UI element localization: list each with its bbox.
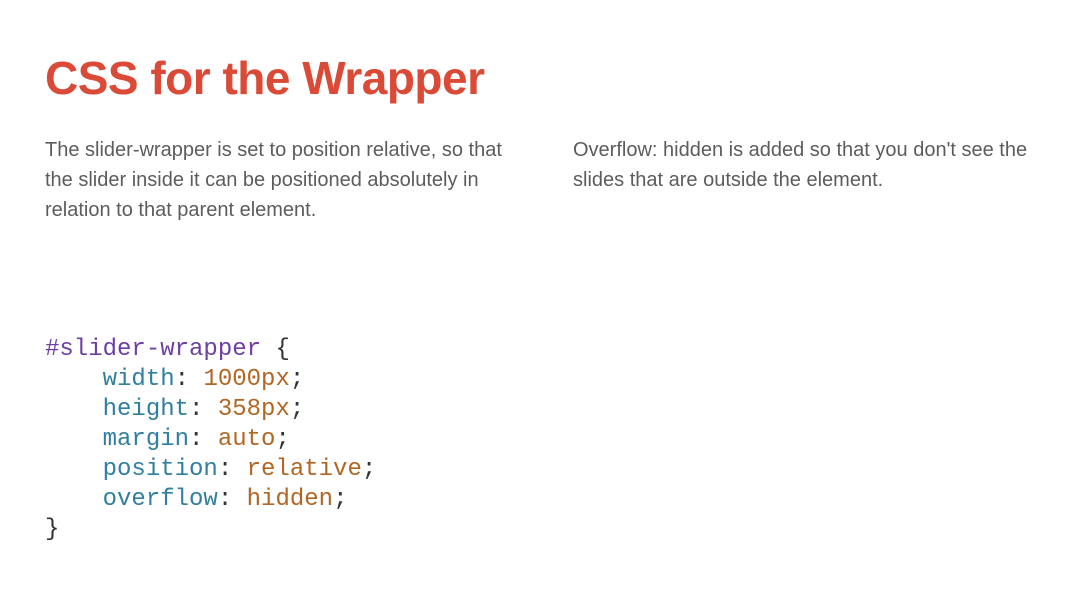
code-property-0: width [103, 366, 175, 393]
code-property-2: margin [103, 426, 189, 453]
code-property-3: position [103, 456, 218, 483]
code-semicolon-2: ; [275, 426, 289, 453]
code-selector: #slider-wrapper [45, 336, 261, 363]
code-close-brace: } [45, 516, 59, 543]
code-value-1: 358px [218, 396, 290, 423]
code-open-brace: { [275, 336, 289, 363]
css-code-block: #slider-wrapper { width: 1000px; height:… [45, 335, 1031, 545]
code-property-4: overflow [103, 486, 218, 513]
slide-title: CSS for the Wrapper [45, 55, 1031, 101]
slide: CSS for the Wrapper The slider-wrapper i… [0, 0, 1076, 545]
code-semicolon-0: ; [290, 366, 304, 393]
code-property-1: height [103, 396, 189, 423]
code-semicolon-1: ; [290, 396, 304, 423]
code-value-2: auto [218, 426, 276, 453]
code-value-0: 1000px [203, 366, 289, 393]
code-semicolon-3: ; [362, 456, 376, 483]
code-colon-2: : [189, 426, 203, 453]
code-value-4: hidden [247, 486, 333, 513]
paragraph-left: The slider-wrapper is set to position re… [45, 135, 503, 225]
code-semicolon-4: ; [333, 486, 347, 513]
code-colon-1: : [189, 396, 203, 423]
code-value-3: relative [247, 456, 362, 483]
code-colon-0: : [175, 366, 189, 393]
paragraph-right: Overflow: hidden is added so that you do… [573, 135, 1031, 225]
text-columns: The slider-wrapper is set to position re… [45, 135, 1031, 225]
code-colon-4: : [218, 486, 232, 513]
code-colon-3: : [218, 456, 232, 483]
